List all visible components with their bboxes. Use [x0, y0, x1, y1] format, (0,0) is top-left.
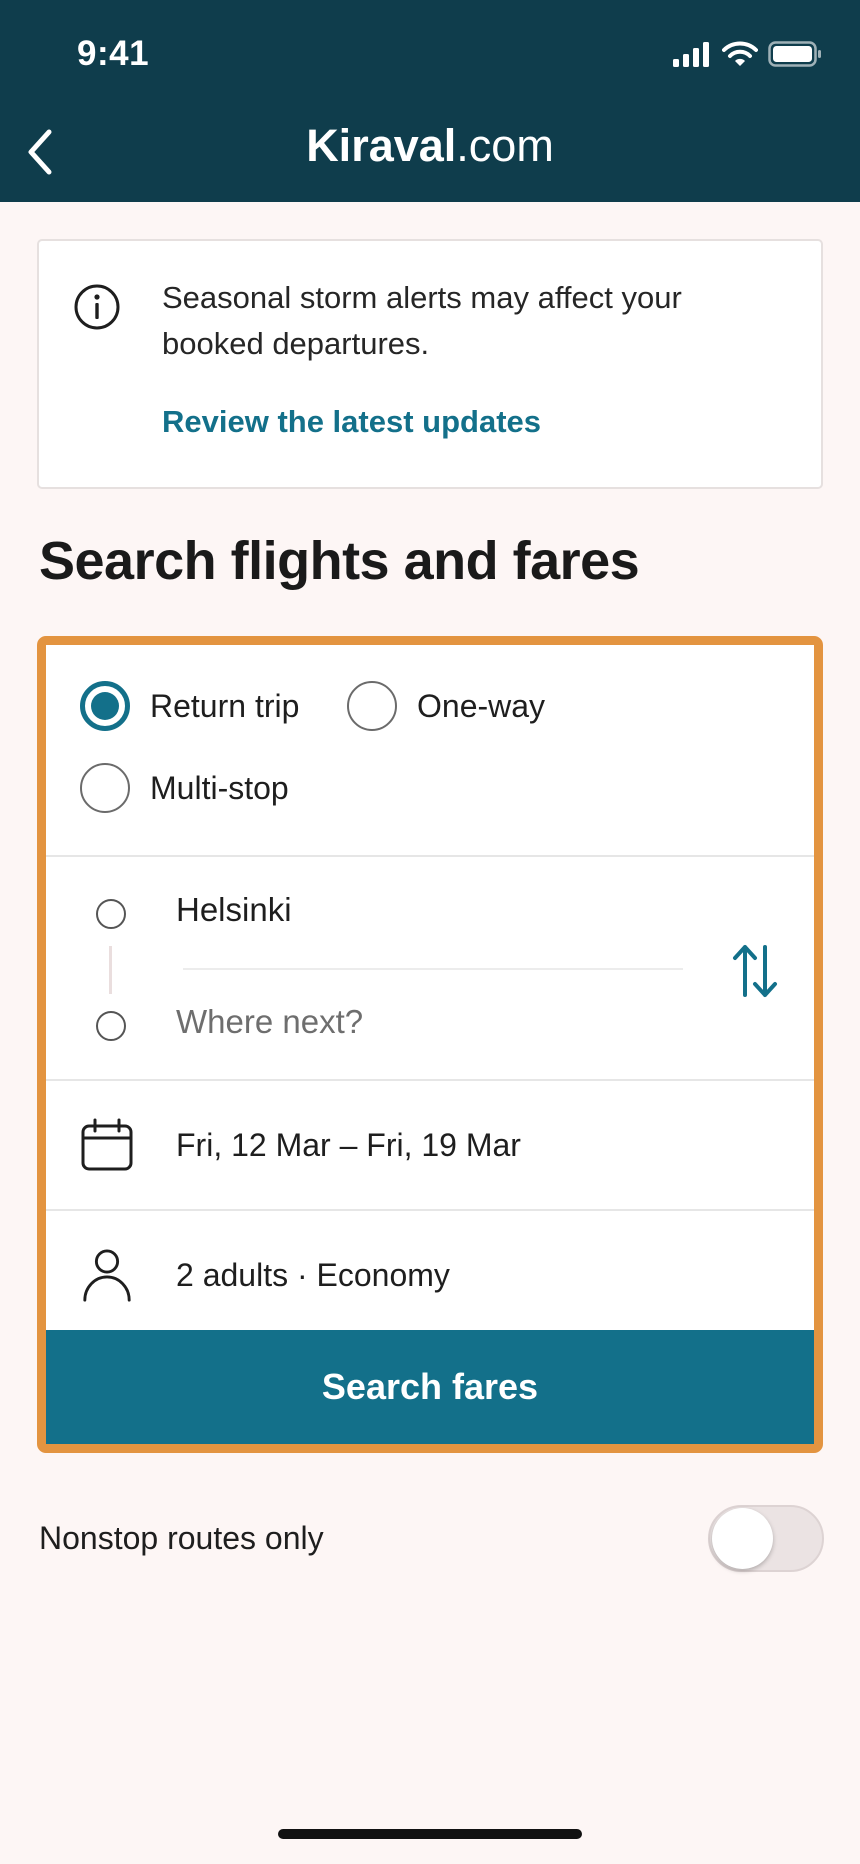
trip-type-one-way[interactable]: One-way: [347, 681, 545, 731]
status-icons: [672, 40, 822, 68]
toggle-knob: [712, 1508, 773, 1569]
trip-type-multi-stop[interactable]: Multi-stop: [80, 763, 289, 813]
trip-type-group: Return trip One-way Multi-stop: [46, 645, 814, 857]
review-updates-link[interactable]: Review the latest updates: [162, 404, 541, 440]
route-fields: Helsinki Where next?: [46, 857, 814, 1081]
brand-title: Kiraval.com: [0, 120, 860, 172]
nonstop-toggle[interactable]: [708, 1505, 824, 1572]
calendar-icon: [81, 1118, 133, 1171]
cellular-signal-icon: [673, 42, 709, 67]
swap-vertical-icon[interactable]: [730, 941, 780, 1001]
home-indicator: [278, 1829, 582, 1839]
wifi-icon: [722, 41, 758, 66]
passengers-field[interactable]: 2 adults · Economy: [46, 1211, 814, 1341]
storm-alert-banner: Seasonal storm alerts may affect your bo…: [37, 239, 823, 489]
route-connector: [109, 946, 112, 994]
dates-value: Fri, 12 Mar – Fri, 19 Mar: [176, 1127, 521, 1163]
person-icon: [83, 1249, 131, 1302]
battery-icon: [768, 41, 821, 67]
app-header: 9:41 Kiraval.com: [0, 0, 860, 202]
destination-field[interactable]: Where next?: [176, 1003, 363, 1041]
trip-type-label: Return trip: [150, 687, 300, 724]
dates-field[interactable]: Fri, 12 Mar – Fri, 19 Mar: [46, 1081, 814, 1211]
route-divider: [183, 968, 683, 970]
trip-type-return[interactable]: Return trip: [80, 681, 299, 731]
radio-selected-icon[interactable]: [80, 681, 130, 731]
nonstop-label: Nonstop routes only: [39, 1520, 324, 1556]
brand-domain: .com: [456, 120, 554, 171]
radio-unselected-icon[interactable]: [80, 763, 130, 813]
trip-type-label: One-way: [417, 687, 546, 724]
brand-name: Kiraval: [306, 120, 457, 171]
info-circle-icon: [74, 284, 120, 330]
origin-dot-icon: [96, 899, 126, 929]
alert-message: Seasonal storm alerts may affect your bo…: [162, 280, 682, 361]
status-time: 9:41: [77, 34, 150, 73]
trip-type-label: Multi-stop: [150, 769, 289, 806]
origin-field[interactable]: Helsinki: [176, 891, 292, 929]
radio-unselected-icon[interactable]: [347, 681, 397, 731]
passengers-value: 2 adults · Economy: [176, 1257, 450, 1293]
search-fares-button[interactable]: Search fares: [46, 1330, 814, 1444]
page-title: Search flights and fares: [39, 531, 640, 591]
flight-search-form: Return trip One-way Multi-stop Helsinki …: [37, 636, 823, 1453]
destination-dot-icon: [96, 1011, 126, 1041]
